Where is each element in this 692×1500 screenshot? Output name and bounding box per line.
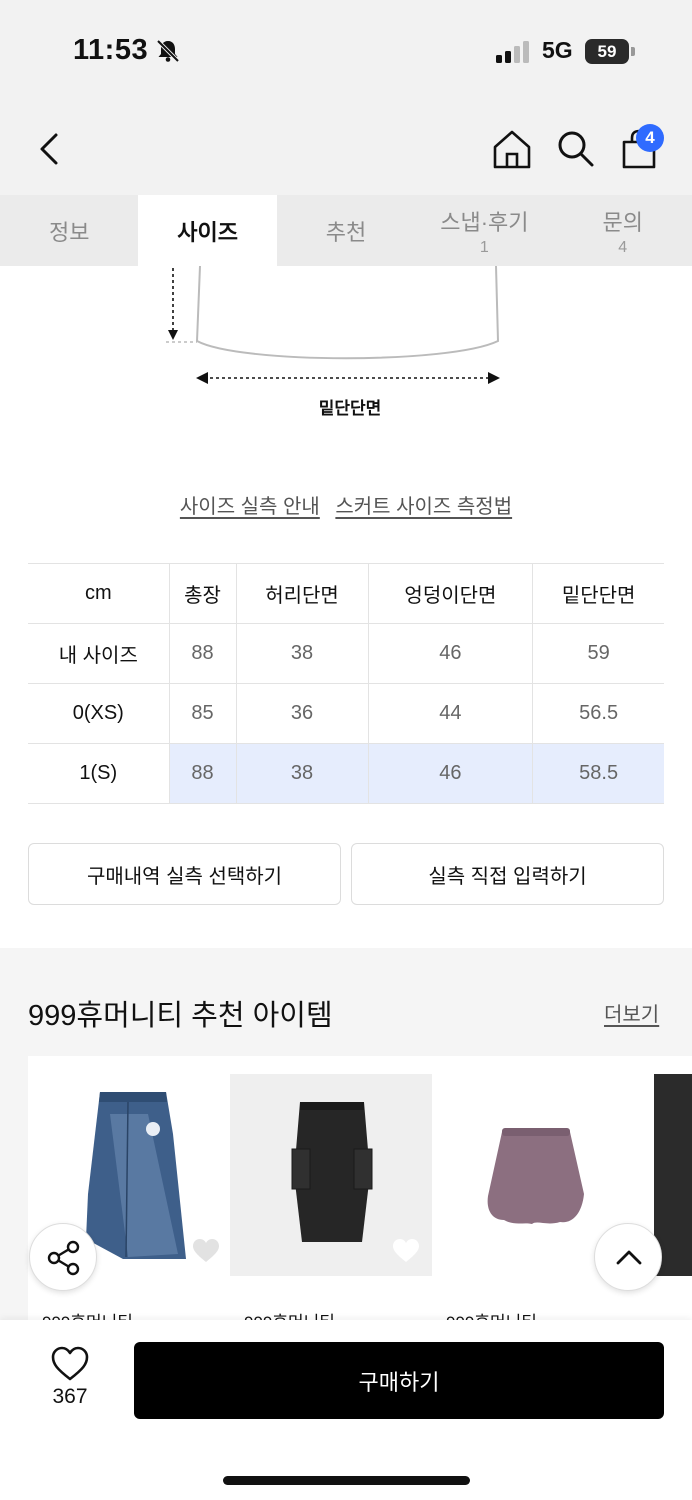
table-cell: 44 [367,683,533,744]
diagram-label: 밑단단면 [318,399,382,418]
back-arrow-icon[interactable] [34,132,64,166]
table-header-cell: 허리단면 [235,563,369,624]
tab-count: 1 [479,238,489,256]
product-image-black-skirt[interactable] [230,1074,432,1276]
tab-size[interactable]: 사이즈 [138,195,277,266]
table-cell: 88 [168,623,236,684]
heart-icon[interactable] [192,1238,220,1264]
signal-icon [496,41,529,63]
tab-inquiry[interactable]: 문의 4 [554,195,692,266]
tab-recommend[interactable]: 추천 [277,195,415,266]
tab-label: 정보 [48,219,90,245]
product-brand: 999휴머니티 [42,1308,133,1320]
table-cell: 46 [367,743,533,804]
enter-measurement-button[interactable]: 실측 직접 입력하기 [351,843,664,905]
table-cell: 56.5 [532,683,664,744]
table-header-cell: 총장 [168,563,236,624]
tab-label: 사이즈 [177,219,238,245]
cart-count-badge: 4 [636,124,664,152]
chevron-up-icon [616,1250,642,1265]
table-header-cell: cm [28,563,170,624]
table-row: 0(XS) 85 36 44 56.5 [28,683,664,744]
more-link[interactable]: 더보기 [604,998,659,1027]
top-nav [0,98,692,195]
detail-tabs: 정보 사이즈 추천 스냅·후기 1 문의 4 [0,195,692,266]
tab-label: 추천 [325,219,367,245]
table-header-cell: 밑단단면 [532,563,664,624]
like-count: 367 [52,1385,88,1408]
product-brand: 999휴머니티 [446,1308,537,1320]
status-time: 11:53 [73,34,149,66]
tab-snap-review[interactable]: 스냅·후기 1 [415,195,553,266]
share-button[interactable] [29,1223,97,1291]
tab-label: 스냅·후기 [440,209,529,235]
product-brand: 999휴머니티 [244,1308,335,1320]
table-header-row: cm 총장 허리단면 엉덩이단면 밑단단면 [28,563,664,624]
home-indicator [223,1476,470,1485]
table-cell: 85 [168,683,236,744]
bell-muted-icon [156,39,180,63]
battery-nub [631,47,635,56]
table-cell: 38 [235,623,369,684]
size-guide-link[interactable]: 사이즈 실측 안내 [180,496,320,518]
table-cell: 46 [367,623,533,684]
table-cell: 59 [532,623,664,684]
size-table: cm 총장 허리단면 엉덩이단면 밑단단면 내 사이즈 88 38 46 59 … [28,563,664,804]
battery-icon: 59 [585,39,629,64]
table-cell: 88 [168,743,236,804]
table-cell: 내 사이즈 [28,623,170,684]
network-label: 5G [542,37,573,63]
select-purchase-history-button[interactable]: 구매내역 실측 선택하기 [28,843,341,905]
table-cell: 58.5 [532,743,664,804]
tab-label: 문의 [602,209,643,235]
tab-info[interactable]: 정보 [0,195,138,266]
table-cell: 36 [235,683,369,744]
status-bar: 11:53 5G 59 [0,0,692,98]
home-icon[interactable] [491,128,533,170]
heart-icon[interactable] [392,1238,420,1264]
table-cell: 38 [235,743,369,804]
search-icon[interactable] [555,128,595,168]
heart-outline-icon[interactable] [50,1346,90,1382]
scroll-top-button[interactable] [594,1223,662,1291]
table-cell: 0(XS) [28,683,170,744]
share-icon [47,1240,80,1276]
table-cell: 1(S) [28,743,170,804]
size-links: 사이즈 실측 안내 스커트 사이즈 측정법 [0,490,692,519]
table-row: 내 사이즈 88 38 46 59 [28,623,664,684]
table-header-cell: 엉덩이단면 [367,563,533,624]
buy-button[interactable]: 구매하기 [134,1342,664,1419]
tab-count: 4 [618,238,628,256]
skirt-measure-link[interactable]: 스커트 사이즈 측정법 [335,496,512,518]
table-row-highlighted: 1(S) 88 38 46 58.5 [28,743,664,804]
product-carousel[interactable]: 999휴머니티 999휴머니티 999휴머니티 [28,1056,692,1320]
recommend-title: 999휴머니티 추천 아이템 [28,1000,333,1032]
